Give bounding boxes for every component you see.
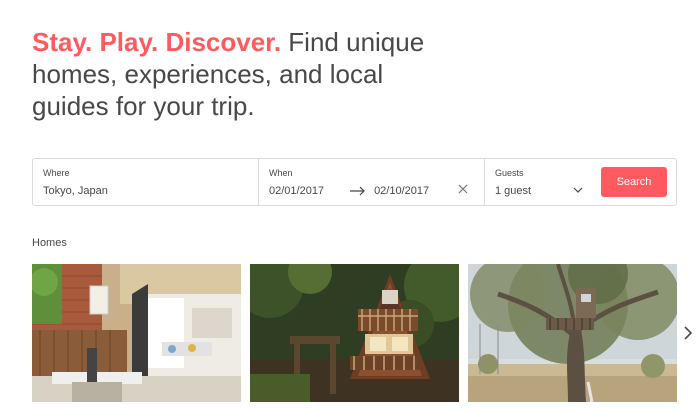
where-label: Where [43,168,70,178]
search-bar: Where Tokyo, Japan When 02/01/2017 02/10… [32,158,677,206]
home-card-cabin[interactable] [250,264,459,402]
check-out-input[interactable]: 02/10/2017 [374,185,429,197]
guests-field[interactable]: Guests 1 guest Search [485,159,676,205]
home-photo-kitchen[interactable] [32,264,241,402]
when-field[interactable]: When 02/01/2017 02/10/2017 [259,159,485,205]
arrow-right-icon [350,186,365,196]
chevron-right-icon[interactable] [683,325,693,341]
home-card-treehouse[interactable] [468,264,677,402]
home-card-kitchen[interactable] [32,264,241,402]
date-range: 02/01/2017 02/10/2017 [269,185,474,197]
close-icon[interactable] [458,184,468,194]
search-button[interactable]: Search [601,167,667,197]
where-input[interactable]: Tokyo, Japan [43,185,248,198]
chevron-down-icon[interactable] [573,187,583,193]
when-label: When [269,168,293,178]
hero-accent: Stay. Play. Discover. [32,27,282,57]
check-in-input[interactable]: 02/01/2017 [269,185,324,197]
where-field[interactable]: Where Tokyo, Japan [33,159,259,205]
home-photo-treehouse[interactable] [468,264,677,402]
hero-headline: Stay. Play. Discover. Find unique homes,… [32,26,452,122]
home-photo-cabin[interactable] [250,264,459,402]
homes-section-title: Homes [32,237,67,249]
